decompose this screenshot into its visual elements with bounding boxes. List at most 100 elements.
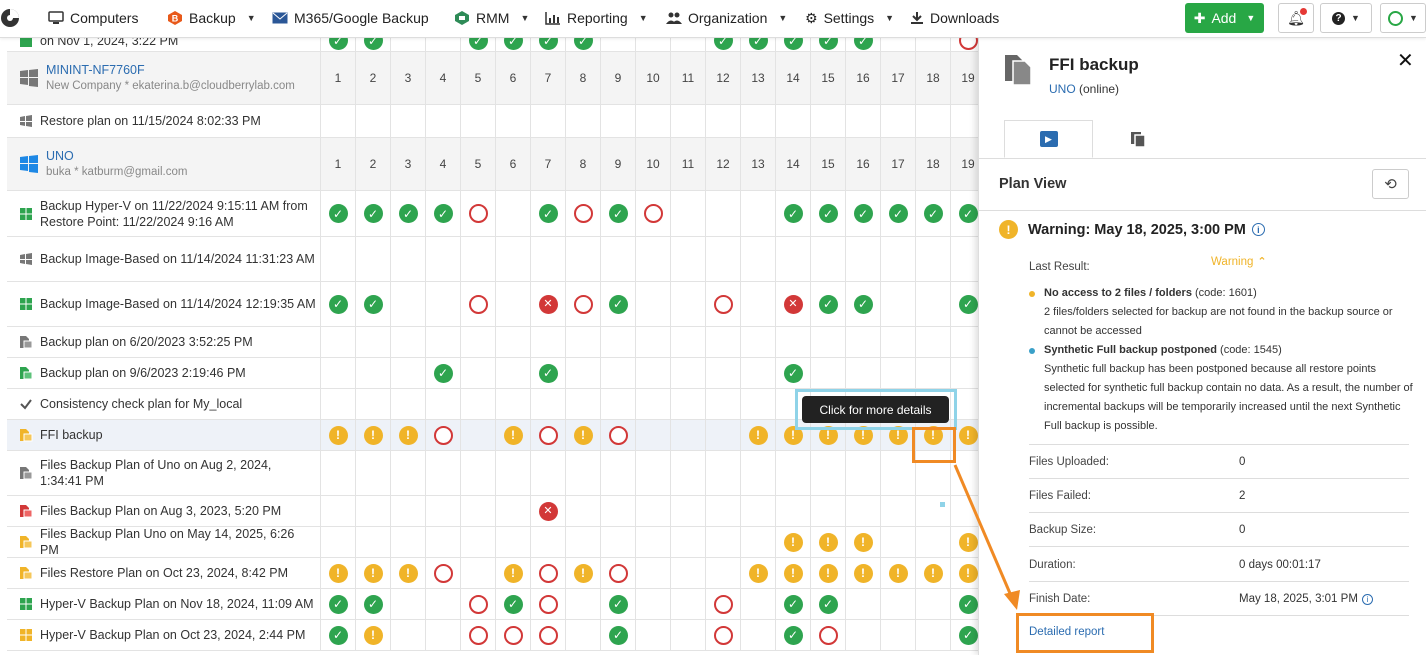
plan-row[interactable]: Files Backup Plan Uno on May 14, 2025, 6… [7, 527, 987, 558]
plan-name-cell[interactable]: Files Backup Plan of Uno on Aug 2, 2024,… [7, 451, 321, 495]
plan-name-cell[interactable]: Backup plan on 6/20/2023 3:52:25 PM [7, 327, 321, 357]
day-status-cell[interactable] [636, 527, 671, 557]
day-status-cell[interactable]: ! [776, 558, 811, 588]
plan-name-cell[interactable]: Backup plan on 9/6/2023 2:19:46 PM [7, 358, 321, 388]
day-status-cell[interactable]: ✓ [776, 620, 811, 650]
day-status-cell[interactable] [881, 282, 916, 326]
day-status-cell[interactable] [461, 327, 496, 357]
failed-icon[interactable] [538, 563, 558, 583]
day-status-cell[interactable] [426, 589, 461, 619]
day-status-cell[interactable] [671, 620, 706, 650]
day-status-cell[interactable] [496, 496, 531, 526]
day-status-cell[interactable] [496, 282, 531, 326]
day-status-cell[interactable]: ✓ [846, 282, 881, 326]
day-status-cell[interactable] [916, 105, 951, 137]
warning-icon[interactable]: ! [503, 425, 523, 445]
day-status-cell[interactable] [636, 38, 671, 51]
day-status-cell[interactable] [391, 589, 426, 619]
day-status-cell[interactable] [496, 358, 531, 388]
day-status-cell[interactable] [391, 105, 426, 137]
plan-row[interactable]: Files Backup Plan on Aug 3, 2023, 5:20 P… [7, 496, 987, 527]
day-status-cell[interactable]: ! [321, 558, 356, 588]
day-status-cell[interactable] [566, 327, 601, 357]
tab-copy[interactable] [1093, 120, 1182, 158]
day-status-cell[interactable] [461, 620, 496, 650]
warning-icon[interactable]: ! [363, 625, 383, 645]
day-status-cell[interactable] [636, 620, 671, 650]
day-status-cell[interactable] [776, 237, 811, 281]
day-status-cell[interactable] [531, 389, 566, 419]
day-status-cell[interactable] [321, 237, 356, 281]
day-status-cell[interactable] [741, 282, 776, 326]
success-icon[interactable]: ✓ [433, 204, 453, 223]
plan-name-cell[interactable]: FFI backup [7, 420, 321, 450]
failed-icon[interactable] [608, 425, 628, 445]
day-status-cell[interactable]: ✓ [881, 191, 916, 236]
day-status-cell[interactable]: ✓ [601, 620, 636, 650]
warning-icon[interactable]: ! [573, 563, 593, 583]
info-icon[interactable]: i [1251, 223, 1265, 236]
success-icon[interactable]: ✓ [608, 204, 628, 223]
day-status-cell[interactable] [916, 38, 951, 51]
day-status-cell[interactable] [426, 237, 461, 281]
plan-row[interactable]: Backup Image-Based on 11/14/2024 12:19:3… [7, 282, 987, 327]
plan-row[interactable]: Backup plan on 9/6/2023 2:19:46 PM ✓ ✓ ✓ [7, 358, 987, 389]
day-status-cell[interactable]: ✕ [531, 496, 566, 526]
day-status-cell[interactable]: ✓ [811, 282, 846, 326]
day-status-cell[interactable] [811, 451, 846, 495]
computer-link[interactable]: UNO [1049, 82, 1076, 96]
nav-rmm[interactable]: RMM ▼ [454, 0, 529, 36]
day-status-cell[interactable] [881, 451, 916, 495]
help-button[interactable]: ? ▼ [1320, 3, 1372, 33]
day-status-cell[interactable] [916, 327, 951, 357]
failed-icon[interactable] [643, 204, 663, 223]
day-status-cell[interactable]: ✓ [776, 589, 811, 619]
day-status-cell[interactable]: ✓ [811, 191, 846, 236]
day-status-cell[interactable] [636, 389, 671, 419]
day-status-cell[interactable] [496, 105, 531, 137]
day-status-cell[interactable] [601, 527, 636, 557]
day-status-cell[interactable]: ✓ [531, 191, 566, 236]
day-status-cell[interactable] [391, 527, 426, 557]
success-icon[interactable]: ✓ [748, 38, 768, 50]
day-status-cell[interactable] [636, 496, 671, 526]
success-icon[interactable]: ✓ [363, 594, 383, 614]
plan-name-cell[interactable]: Backup Image-Based on 11/14/2024 11:31:2… [7, 237, 321, 281]
nav-computers[interactable]: Computers [48, 0, 138, 36]
day-status-cell[interactable] [776, 105, 811, 137]
history-button[interactable]: ⟲ [1372, 169, 1409, 199]
day-status-cell[interactable] [671, 527, 706, 557]
day-status-cell[interactable] [356, 527, 391, 557]
day-status-cell[interactable] [531, 105, 566, 137]
day-status-cell[interactable] [636, 589, 671, 619]
day-status-cell[interactable]: ! [741, 558, 776, 588]
warning-icon[interactable]: ! [398, 563, 418, 583]
day-status-cell[interactable] [706, 527, 741, 557]
day-status-cell[interactable] [636, 358, 671, 388]
day-status-cell[interactable]: ! [741, 420, 776, 450]
success-icon[interactable]: ✓ [328, 294, 348, 314]
day-status-cell[interactable] [811, 496, 846, 526]
day-status-cell[interactable] [391, 496, 426, 526]
day-status-cell[interactable] [846, 237, 881, 281]
day-status-cell[interactable] [461, 527, 496, 557]
day-status-cell[interactable]: ✓ [321, 620, 356, 650]
add-button[interactable]: ✚ Add ▼ [1185, 3, 1264, 33]
day-status-cell[interactable] [916, 496, 951, 526]
day-status-cell[interactable] [601, 389, 636, 419]
day-status-cell[interactable]: ! [356, 558, 391, 588]
day-status-cell[interactable] [461, 191, 496, 236]
day-status-cell[interactable] [356, 237, 391, 281]
day-status-cell[interactable] [391, 327, 426, 357]
computer-name-link[interactable]: MININT-NF7760F [46, 62, 320, 78]
success-icon[interactable]: ✓ [958, 625, 978, 645]
day-status-cell[interactable] [706, 389, 741, 419]
success-icon[interactable]: ✓ [328, 594, 348, 614]
day-status-cell[interactable] [391, 237, 426, 281]
day-status-cell[interactable]: ! [566, 420, 601, 450]
day-status-cell[interactable] [566, 620, 601, 650]
day-status-cell[interactable] [531, 237, 566, 281]
day-status-cell[interactable] [916, 237, 951, 281]
day-status-cell[interactable] [356, 496, 391, 526]
success-icon[interactable]: ✓ [853, 204, 873, 223]
